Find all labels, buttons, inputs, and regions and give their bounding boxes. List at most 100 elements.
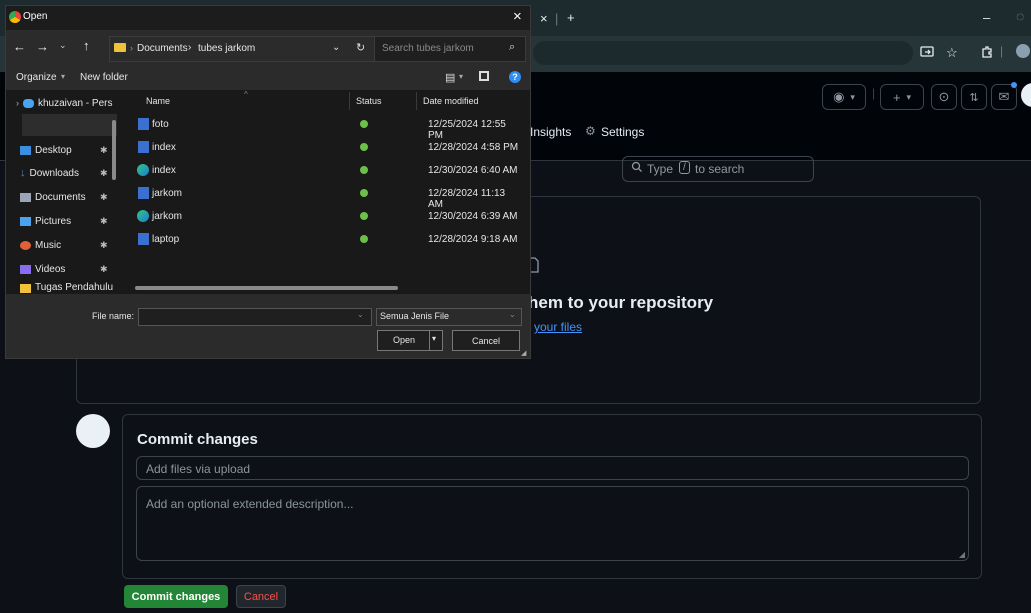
split-divider (429, 331, 430, 350)
column-divider[interactable] (416, 92, 417, 110)
pull-requests-button[interactable]: ⇅ (961, 84, 987, 110)
sidebar-item-music[interactable]: Music ✱ (20, 234, 120, 256)
synced-status-icon (360, 212, 368, 220)
sidebar-item-onedrive[interactable]: › khuzaivan - Pers (16, 92, 116, 114)
sidebar-selection-bg (22, 114, 117, 136)
file-row[interactable]: index 12/30/2024 6:40 AM (132, 160, 522, 182)
toolbar-separator: | (1000, 44, 1004, 58)
synced-status-icon (360, 166, 368, 174)
sidebar-item-videos[interactable]: Videos ✱ (20, 258, 120, 280)
github-search-input[interactable]: Type / to search (622, 156, 814, 182)
download-icon: ↓ (20, 167, 26, 179)
minimize-button[interactable]: – (983, 10, 990, 25)
edge-html-icon (137, 164, 149, 176)
create-new-button[interactable]: + ▾ (880, 84, 924, 110)
file-row[interactable]: laptop 12/28/2024 9:18 AM (132, 229, 522, 251)
chevron-down-icon: ⌄ (509, 310, 516, 319)
star-icon[interactable]: ☆ (946, 45, 958, 61)
column-header-name[interactable]: Name (146, 96, 170, 106)
address-breadcrumb[interactable]: › Documents › tubes jarkom ⌄ ↻ (109, 36, 376, 62)
window-icon[interactable]: ◌ (1016, 8, 1024, 24)
pin-icon: ✱ (100, 215, 108, 226)
file-row[interactable]: foto 12/25/2024 12:55 PM (132, 114, 522, 141)
file-type-select[interactable]: Semua Jenis File ⌄ (376, 308, 522, 326)
file-name: index (152, 165, 176, 176)
folder-icon (114, 43, 126, 52)
column-header-date[interactable]: Date modified (423, 96, 479, 106)
chevron-down-icon[interactable]: ⌄ (357, 310, 364, 319)
word-doc-icon (138, 233, 149, 245)
breadcrumb-sep-icon: › (130, 43, 133, 53)
commit-summary-input[interactable]: Add files via upload (136, 456, 969, 480)
sidebar-item-tugas[interactable]: Tugas Pendahulu (20, 282, 120, 294)
tab-close-button[interactable]: × (540, 11, 548, 26)
forward-arrow-icon[interactable]: → (36, 39, 49, 54)
up-arrow-icon[interactable]: ↑ (83, 38, 90, 53)
open-file-dialog: Open × ← → ⌄ ↑ › Documents › tubes jarko… (6, 6, 530, 358)
sidebar-label: Pictures (35, 215, 72, 227)
file-row[interactable]: jarkom 12/28/2024 11:13 AM (132, 183, 522, 210)
folder-icon (20, 284, 31, 293)
profile-avatar[interactable] (1016, 44, 1030, 58)
help-icon[interactable]: ? (509, 71, 521, 83)
dialog-cancel-button[interactable]: Cancel (452, 330, 520, 351)
column-divider[interactable] (349, 92, 350, 110)
extensions-icon[interactable] (980, 45, 994, 62)
issues-button[interactable]: ⊙ (931, 84, 957, 110)
copilot-button[interactable]: ◉ ▾ (822, 84, 866, 110)
file-row[interactable]: jarkom 12/30/2024 6:39 AM (132, 206, 522, 228)
file-name-label: File name: (92, 311, 135, 321)
sidebar-item-downloads[interactable]: ↓ Downloads ✱ (20, 162, 120, 184)
organize-menu[interactable]: Organize (16, 72, 57, 83)
expand-chevron-icon[interactable]: › (16, 98, 19, 108)
committer-avatar (76, 414, 110, 448)
file-row[interactable]: index 12/28/2024 4:58 PM (132, 137, 522, 159)
open-button[interactable]: Open ▾ (377, 330, 443, 351)
sidebar-label: Videos (35, 263, 66, 275)
issues-icon: ⊙ (938, 89, 950, 104)
commit-changes-button[interactable]: Commit changes (124, 585, 228, 608)
back-arrow-icon[interactable]: ← (13, 39, 26, 54)
sort-caret-icon: ^ (244, 90, 248, 99)
preview-pane-icon[interactable] (479, 71, 489, 81)
file-name-input[interactable]: ⌄ (138, 308, 372, 326)
cloud-icon (23, 98, 34, 108)
horizontal-scrollbar[interactable] (135, 286, 398, 290)
refresh-icon[interactable]: ↻ (356, 41, 365, 54)
screen-cast-icon[interactable] (920, 45, 934, 62)
pin-icon: ✱ (100, 263, 108, 274)
music-icon (20, 240, 31, 250)
breadcrumb-documents[interactable]: Documents (137, 43, 188, 54)
new-tab-button[interactable]: + (567, 10, 575, 25)
chrome-icon (9, 11, 21, 23)
sidebar-item-desktop[interactable]: Desktop ✱ (20, 139, 120, 161)
omnibox[interactable] (533, 41, 913, 65)
cancel-commit-button[interactable]: Cancel (236, 585, 286, 608)
nav-insights[interactable]: Insights (530, 125, 571, 139)
resize-handle-icon[interactable]: ◢ (959, 550, 965, 559)
file-date: 12/28/2024 9:18 AM (428, 234, 518, 245)
nav-settings[interactable]: Settings (601, 125, 644, 139)
dialog-footer: File name: ⌄ Semua Jenis File ⌄ Open ▾ C… (6, 294, 530, 358)
new-folder-button[interactable]: New folder (80, 72, 128, 83)
resize-grip-icon[interactable]: ◢ (521, 349, 526, 357)
search-icon (631, 161, 643, 176)
dialog-search-input[interactable]: Search tubes jarkom ⌕ (374, 36, 526, 62)
commit-description-textarea[interactable]: Add an optional extended description... … (136, 486, 969, 561)
choose-files-link[interactable]: your files (534, 320, 582, 334)
sidebar-scrollbar[interactable] (112, 120, 116, 180)
breadcrumb-tubes-jarkom[interactable]: tubes jarkom (198, 43, 255, 54)
chevron-down-icon[interactable]: ▾ (432, 334, 436, 343)
tab-separator: | (555, 11, 559, 26)
sidebar-label: Desktop (35, 144, 72, 156)
file-name: index (152, 142, 176, 153)
view-options-icon[interactable]: ▤ (445, 71, 455, 84)
dialog-close-button[interactable]: × (513, 8, 522, 25)
breadcrumb-dropdown-icon[interactable]: ⌄ (332, 42, 340, 53)
sidebar-item-documents[interactable]: Documents ✱ (20, 186, 120, 208)
recent-chevron-icon[interactable]: ⌄ (59, 40, 67, 51)
sidebar-item-pictures[interactable]: Pictures ✱ (20, 210, 120, 232)
commit-panel: Commit changes Add files via upload Add … (122, 414, 982, 579)
user-avatar[interactable] (1021, 83, 1031, 107)
column-header-status[interactable]: Status (356, 96, 382, 106)
